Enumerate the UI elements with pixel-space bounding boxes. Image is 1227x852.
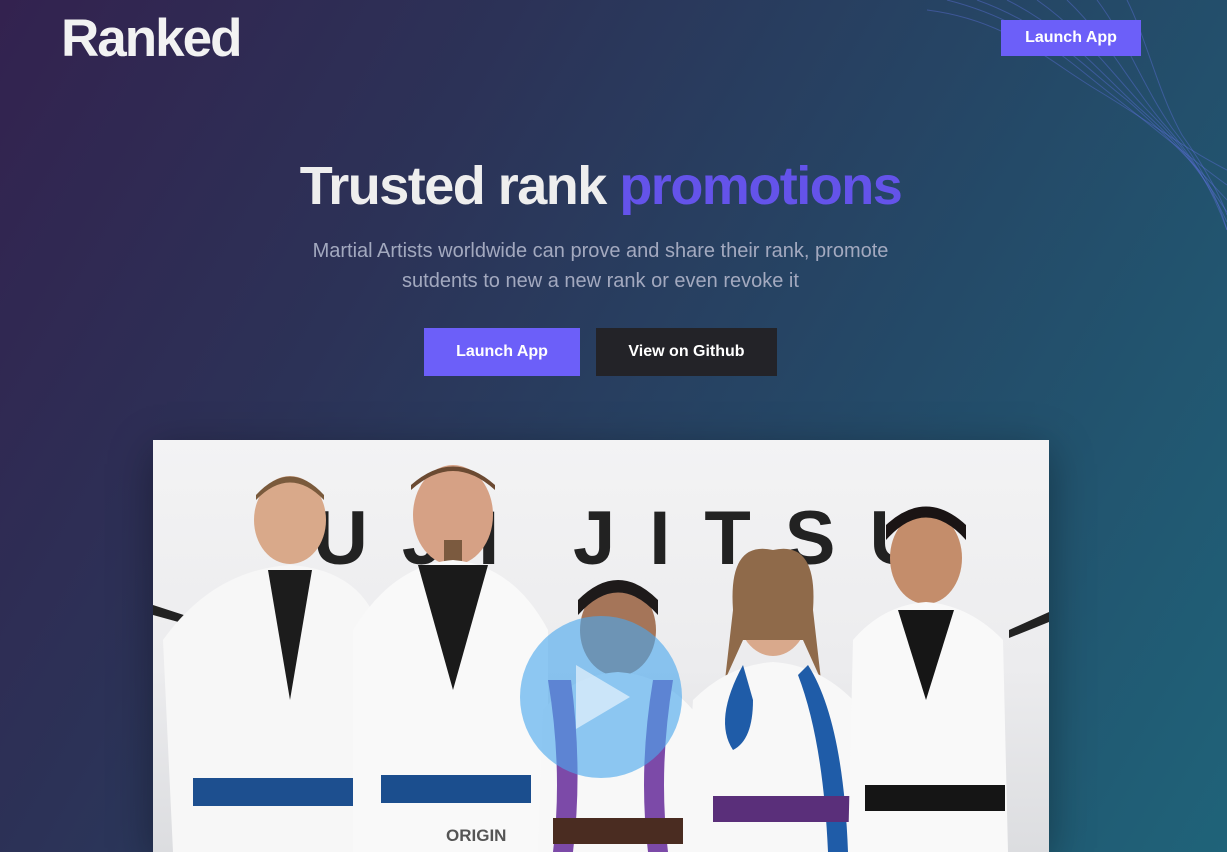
video-preview[interactable]: UJI JITSU xyxy=(153,440,1049,852)
hero-subtitle-line-2: sutdents to new a new rank or even revok… xyxy=(402,270,799,292)
person-4 xyxy=(683,548,858,852)
person-5 xyxy=(848,506,1008,852)
launch-app-nav-button[interactable]: Launch App xyxy=(1001,20,1141,56)
view-on-github-button[interactable]: View on Github xyxy=(596,328,777,376)
hero-title-main: Trusted rank xyxy=(299,156,620,216)
gi-brand-label: ORIGIN xyxy=(446,826,507,845)
play-button[interactable] xyxy=(520,616,682,778)
play-icon xyxy=(576,665,630,729)
logo[interactable]: Ranked xyxy=(61,8,242,69)
hero-subtitle: Martial Artists worldwide can prove and … xyxy=(288,236,913,296)
launch-app-button[interactable]: Launch App xyxy=(424,328,580,376)
person-2 xyxy=(353,465,548,852)
hero-subtitle-line-1: Martial Artists worldwide can prove and … xyxy=(312,240,889,262)
hero-title-accent: promotions xyxy=(619,156,902,216)
hero-title: Trusted rank promotions xyxy=(0,155,1201,217)
